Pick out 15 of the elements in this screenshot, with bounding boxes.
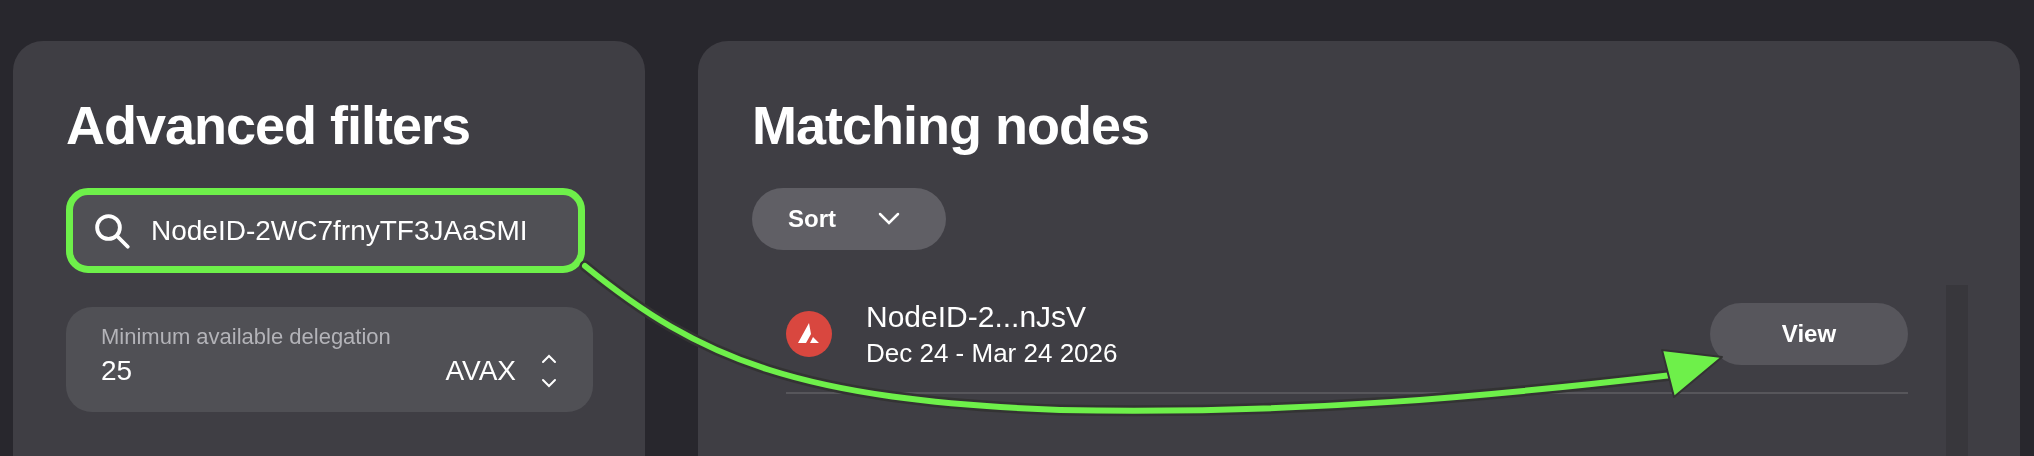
- panel-title: Matching nodes: [752, 94, 1150, 157]
- view-button[interactable]: View: [1710, 303, 1908, 365]
- sort-button[interactable]: Sort: [752, 188, 946, 250]
- node-id: NodeID-2...nJsV: [866, 299, 1088, 335]
- panel-title: Advanced filters: [66, 94, 472, 157]
- search-value: NodeID-2WC7frnyTF3JAaSMI: [151, 213, 528, 248]
- delegation-field[interactable]: Minimum available delegation 25 AVAX: [66, 307, 593, 412]
- node-period: Dec 24 - Mar 24 2026: [866, 337, 1119, 370]
- chevron-down-icon: [878, 212, 900, 226]
- search-field[interactable]: NodeID-2WC7frnyTF3JAaSMI: [66, 188, 585, 273]
- stepper-icon[interactable]: [540, 353, 558, 389]
- unit-label: AVAX: [445, 354, 516, 388]
- field-label: Minimum available delegation: [101, 323, 392, 351]
- field-value: 25: [101, 354, 134, 388]
- avalanche-logo-icon: [786, 311, 832, 357]
